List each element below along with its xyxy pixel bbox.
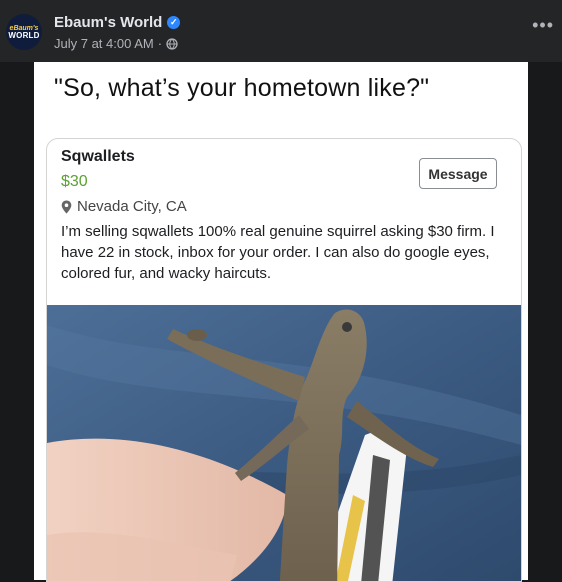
message-button[interactable]: Message	[419, 158, 497, 189]
squirrel-wallet-photo	[47, 305, 521, 581]
listing-location: Nevada City, CA	[61, 198, 187, 215]
avatar-logo-bottom: WORLD	[8, 30, 40, 40]
more-options-icon[interactable]: •••	[532, 16, 554, 34]
page-avatar[interactable]: eBaum's WORLD	[6, 14, 42, 50]
listing-description: I’m selling sqwallets 100% real genuine …	[61, 223, 495, 282]
page-name-link[interactable]: Ebaum's World	[54, 14, 162, 31]
meta-separator: ·	[157, 36, 163, 51]
marketplace-listing-card: Sqwallets $30 Nevada City, CA I’m sellin…	[46, 138, 522, 582]
page-name-row: Ebaum's World ✓	[54, 14, 181, 31]
location-pin-icon	[61, 200, 72, 213]
meme-caption: "So, what’s your hometown like?"	[54, 74, 430, 102]
listing-location-text: Nevada City, CA	[77, 198, 187, 215]
listing-price: $30	[61, 173, 88, 190]
globe-icon	[166, 37, 178, 50]
post-meta: July 7 at 4:00 AM ·	[54, 36, 178, 51]
post-header: eBaum's WORLD Ebaum's World ✓ July 7 at …	[0, 0, 562, 62]
verified-badge-icon: ✓	[167, 16, 181, 29]
listing-title: Sqwallets	[61, 148, 135, 165]
post-timestamp[interactable]: July 7 at 4:00 AM	[54, 36, 154, 51]
